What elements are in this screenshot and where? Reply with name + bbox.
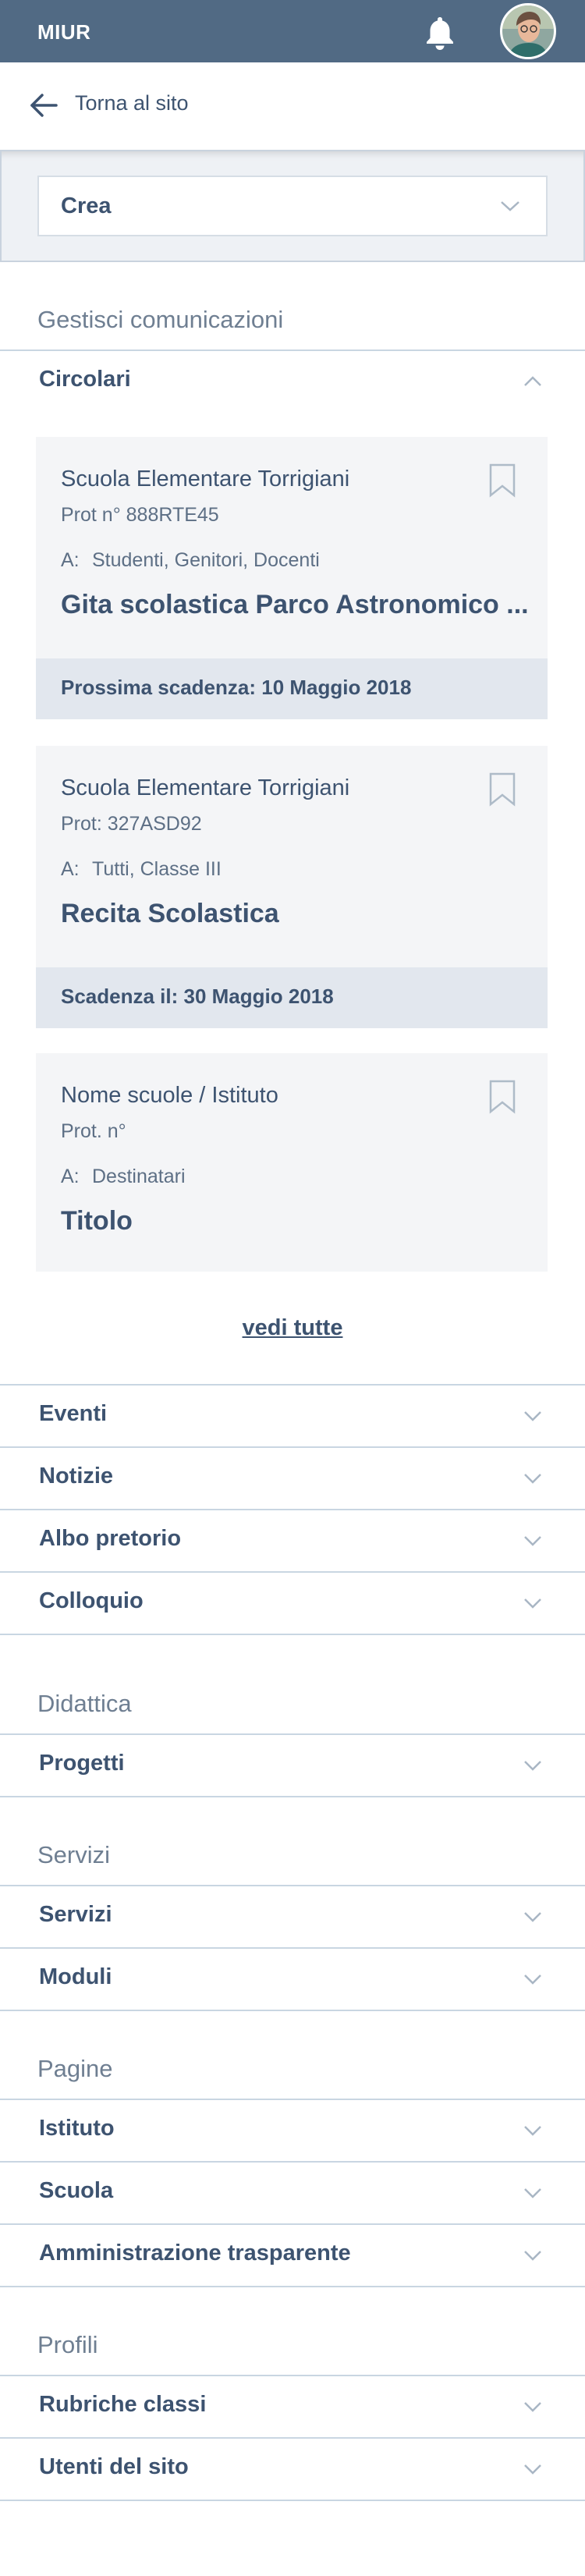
accordion-istituto[interactable]: Istituto bbox=[0, 2100, 585, 2161]
section-title-profiles: Profili bbox=[37, 2331, 98, 2358]
accordion-label: Servizi bbox=[39, 1902, 112, 1927]
divider bbox=[0, 1796, 585, 1797]
accordion-label: Colloquio bbox=[39, 1588, 144, 1613]
circular-card[interactable]: Scuola Elementare Torrigiani Prot: 327AS… bbox=[36, 746, 548, 1028]
bookmark-icon[interactable] bbox=[488, 463, 516, 498]
divider bbox=[0, 2286, 585, 2287]
card-recipients: Destinatari bbox=[92, 1166, 186, 1187]
section-title-pages: Pagine bbox=[37, 2055, 113, 2082]
arrow-left-icon[interactable] bbox=[28, 92, 59, 119]
back-to-site-link[interactable]: Torna al sito bbox=[75, 91, 189, 115]
card-recipients-key: A: bbox=[61, 1166, 80, 1187]
card-footer: Prossima scadenza: 10 Maggio 2018 bbox=[36, 658, 548, 719]
bookmark-icon[interactable] bbox=[488, 1080, 516, 1114]
accordion-progetti[interactable]: Progetti bbox=[0, 1735, 585, 1796]
accordion-label: Utenti del sito bbox=[39, 2454, 189, 2479]
accordion-label: Eventi bbox=[39, 1401, 108, 1426]
accordion-amministrazione[interactable]: Amministrazione trasparente bbox=[0, 2225, 585, 2286]
brand-label: MIUR bbox=[37, 20, 91, 44]
accordion-circolari[interactable]: Circolari bbox=[0, 351, 585, 412]
chevron-down-icon bbox=[499, 198, 521, 214]
accordion-eventi[interactable]: Eventi bbox=[0, 1386, 585, 1446]
accordion-scuola[interactable]: Scuola bbox=[0, 2163, 585, 2223]
chevron-down-icon bbox=[523, 2186, 543, 2200]
accordion-servizi[interactable]: Servizi bbox=[0, 1886, 585, 1947]
divider bbox=[0, 1634, 585, 1635]
accordion-label: Istituto bbox=[39, 2116, 115, 2141]
card-recipients-key: A: bbox=[61, 549, 80, 571]
chevron-down-icon bbox=[523, 1596, 543, 1610]
create-select-label: Crea bbox=[61, 193, 112, 218]
card-deadline: Prossima scadenza: 10 Maggio 2018 bbox=[61, 676, 412, 699]
accordion-utenti[interactable]: Utenti del sito bbox=[0, 2439, 585, 2500]
card-protocol: Prot n° 888RTE45 bbox=[61, 504, 219, 526]
accordion-moduli[interactable]: Moduli bbox=[0, 1949, 585, 2010]
section-title-services: Servizi bbox=[37, 1841, 111, 1868]
divider bbox=[0, 2010, 585, 2011]
card-recipients: Studenti, Genitori, Docenti bbox=[92, 549, 320, 571]
card-title: Titolo bbox=[61, 1206, 133, 1236]
accordion-label: Rubriche classi bbox=[39, 2392, 207, 2417]
section-title-manage: Gestisci comunicazioni bbox=[37, 306, 284, 333]
card-school: Scuola Elementare Torrigiani bbox=[61, 467, 350, 491]
chevron-down-icon bbox=[523, 1758, 543, 1772]
card-deadline: Scadenza il: 30 Maggio 2018 bbox=[61, 985, 334, 1008]
accordion-colloquio[interactable]: Colloquio bbox=[0, 1573, 585, 1634]
chevron-down-icon bbox=[523, 2124, 543, 2138]
card-recipients-key: A: bbox=[61, 858, 80, 880]
card-title: Recita Scolastica bbox=[61, 899, 279, 928]
accordion-label: Moduli bbox=[39, 1964, 112, 1989]
chevron-down-icon bbox=[523, 2462, 543, 2476]
chevron-down-icon bbox=[523, 1409, 543, 1423]
accordion-albo-pretorio[interactable]: Albo pretorio bbox=[0, 1510, 585, 1571]
user-avatar[interactable] bbox=[500, 3, 556, 59]
card-school: Scuola Elementare Torrigiani bbox=[61, 775, 350, 800]
create-select[interactable] bbox=[37, 176, 548, 236]
chevron-down-icon bbox=[523, 1972, 543, 1986]
accordion-label: Notizie bbox=[39, 1464, 114, 1488]
accordion-label: Albo pretorio bbox=[39, 1526, 182, 1551]
chevron-up-icon bbox=[523, 374, 543, 389]
circular-card[interactable]: Nome scuole / Istituto Prot. n° A: Desti… bbox=[36, 1053, 548, 1272]
accordion-notizie[interactable]: Notizie bbox=[0, 1448, 585, 1509]
chevron-down-icon bbox=[523, 2400, 543, 2414]
card-school: Nome scuole / Istituto bbox=[61, 1083, 278, 1108]
bell-icon[interactable] bbox=[423, 14, 457, 51]
card-recipients: Tutti, Classe III bbox=[92, 858, 222, 880]
accordion-label: Progetti bbox=[39, 1751, 125, 1776]
card-footer: Scadenza il: 30 Maggio 2018 bbox=[36, 967, 548, 1028]
accordion-label: Scuola bbox=[39, 2178, 114, 2203]
divider bbox=[0, 2500, 585, 2501]
accordion-label: Circolari bbox=[39, 367, 131, 392]
chevron-down-icon bbox=[523, 1910, 543, 1924]
card-protocol: Prot: 327ASD92 bbox=[61, 813, 202, 835]
accordion-rubriche[interactable]: Rubriche classi bbox=[0, 2376, 585, 2437]
card-protocol: Prot. n° bbox=[61, 1120, 126, 1142]
top-bar: MIUR bbox=[0, 0, 585, 62]
chevron-down-icon bbox=[523, 2248, 543, 2262]
section-title-didactics: Didattica bbox=[37, 1690, 132, 1717]
bookmark-icon[interactable] bbox=[488, 772, 516, 807]
chevron-down-icon bbox=[523, 1534, 543, 1548]
accordion-label: Amministrazione trasparente bbox=[39, 2241, 351, 2266]
chevron-down-icon bbox=[523, 1471, 543, 1485]
circular-card[interactable]: Scuola Elementare Torrigiani Prot n° 888… bbox=[36, 437, 548, 719]
see-all-link[interactable]: vedi tutte bbox=[0, 1315, 585, 1341]
card-title: Gita scolastica Parco Astronomico ... bbox=[61, 590, 529, 619]
